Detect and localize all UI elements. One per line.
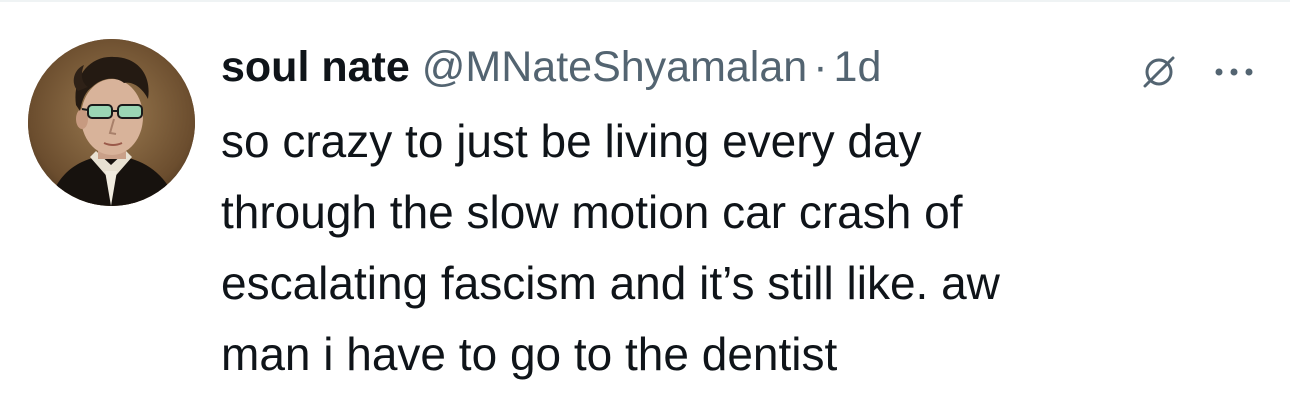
grok-button[interactable] bbox=[1133, 46, 1185, 98]
tweet-text-line: escalating fascism and it’s still like. … bbox=[221, 257, 1000, 309]
tweet-text-line: through the slow motion car crash of bbox=[221, 186, 963, 238]
author-handle[interactable]: @MNateShyamalan bbox=[422, 40, 807, 94]
avatar-portrait-image bbox=[28, 39, 195, 206]
author-display-name[interactable]: soul nate bbox=[221, 40, 410, 94]
tweet-text-line: man i have to go to the dentist bbox=[221, 328, 838, 380]
tweet-text-line: so crazy to just be living every day bbox=[221, 115, 922, 167]
header-separator: · bbox=[813, 43, 828, 91]
more-dots-icon bbox=[1215, 68, 1253, 76]
tweet[interactable]: soul nate @MNateShyamalan · 1d so crazy … bbox=[0, 0, 1290, 414]
tweet-text: so crazy to just be living every day thr… bbox=[221, 106, 1231, 390]
grok-slash-circle-icon bbox=[1143, 56, 1175, 88]
more-options-button[interactable] bbox=[1208, 46, 1260, 98]
avatar[interactable] bbox=[28, 39, 195, 206]
tweet-content: soul nate @MNateShyamalan · 1d so crazy … bbox=[221, 40, 1231, 390]
tweet-header: soul nate @MNateShyamalan · 1d bbox=[221, 40, 1231, 94]
tweet-timestamp[interactable]: 1d bbox=[834, 40, 882, 94]
